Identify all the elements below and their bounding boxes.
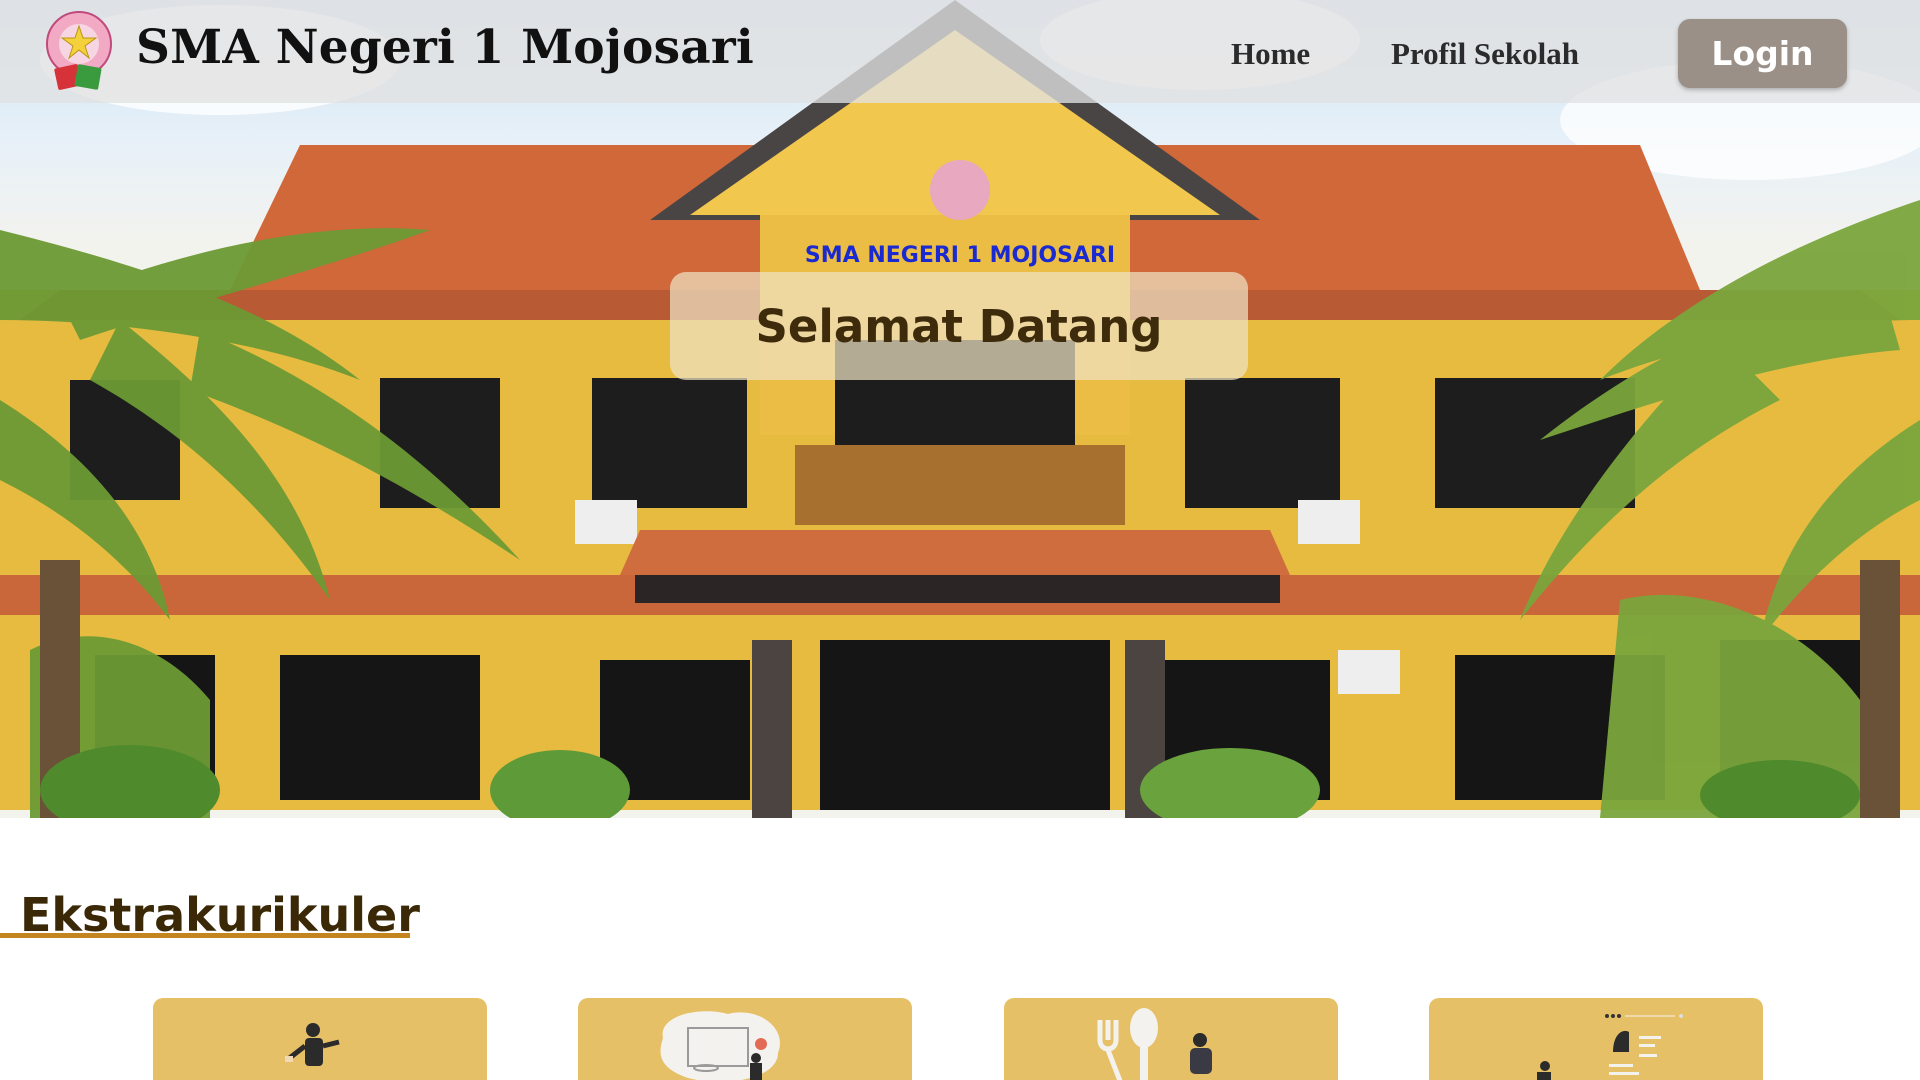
section-title-underline <box>0 933 410 938</box>
extracurricular-card-3[interactable] <box>1004 998 1338 1080</box>
cooking-illustration-icon <box>1097 1008 1212 1080</box>
welcome-banner: Selamat Datang <box>670 272 1248 380</box>
hero-banner: SMA NEGERI 1 MOJOSARI Selamat Datang <box>0 0 1920 818</box>
login-button[interactable]: Login <box>1678 19 1847 88</box>
extracurricular-card-2[interactable] <box>578 998 912 1080</box>
nav-home-link[interactable]: Home <box>1231 36 1310 72</box>
school-logo-icon[interactable] <box>44 8 114 94</box>
site-title: SMA Negeri 1 Mojosari <box>136 20 754 75</box>
top-navbar: SMA Negeri 1 Mojosari Home Profil Sekola… <box>0 0 1920 103</box>
extracurricular-card-4[interactable] <box>1429 998 1763 1080</box>
martial-arts-illustration-icon <box>285 1023 340 1066</box>
building-sign-text: SMA NEGERI 1 MOJOSARI <box>805 243 1115 268</box>
nav-profil-sekolah-link[interactable]: Profil Sekolah <box>1391 36 1579 72</box>
school-building-photo: SMA NEGERI 1 MOJOSARI <box>0 0 1920 818</box>
welcome-text: Selamat Datang <box>755 299 1163 353</box>
extracurricular-card-1[interactable] <box>153 998 487 1080</box>
basketball-illustration-icon <box>660 1011 780 1080</box>
social-media-illustration-icon <box>1537 1014 1683 1080</box>
